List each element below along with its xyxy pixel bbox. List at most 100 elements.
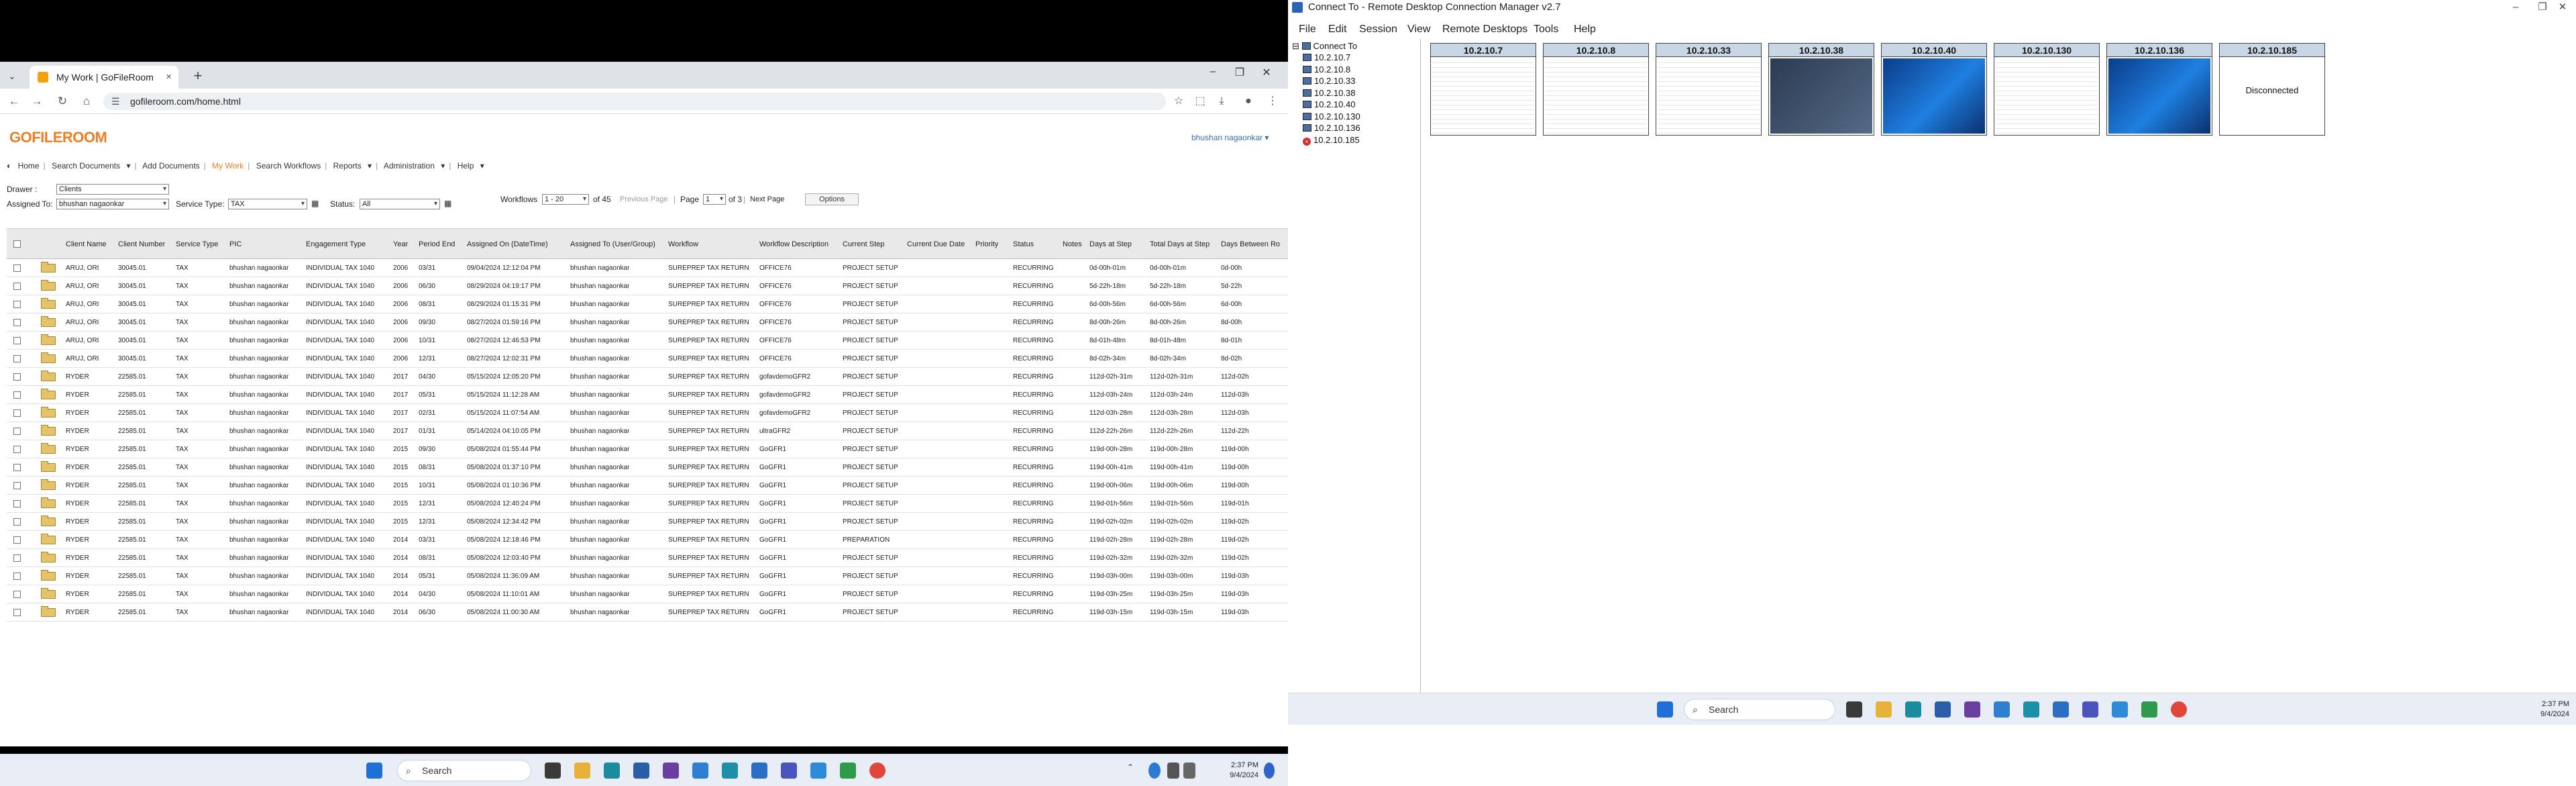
table-row[interactable]: RYDER 22585.01 TAX bhushan nagaonkar INDIVID… [7, 458, 1288, 477]
back-icon[interactable]: ← [5, 93, 23, 110]
right-clock[interactable]: 2:37 PM 9/4/2024 [2509, 699, 2569, 720]
browser-menu-icon[interactable]: ⋮ [1264, 93, 1281, 110]
table-row[interactable]: RYDER 22585.01 TAX bhushan nagaonkar INDIVID… [7, 531, 1288, 549]
table-row[interactable]: RYDER 22585.01 TAX bhushan nagaonkar INDIVID… [7, 549, 1288, 567]
rdcm-icon[interactable] [810, 763, 826, 779]
table-row[interactable]: RYDER 22585.01 TAX bhushan nagaonkar INDIVID… [7, 386, 1288, 404]
row-checkbox[interactable] [13, 500, 21, 507]
right-app-icon-2[interactable] [1964, 701, 1980, 718]
row-checkbox[interactable] [13, 391, 21, 399]
row-checkbox[interactable] [13, 319, 21, 326]
close-window-icon[interactable]: ✕ [1253, 66, 1280, 79]
assigned-to-select[interactable]: bhushan nagaonkar [56, 199, 169, 209]
table-row[interactable]: RYDER 22585.01 TAX bhushan nagaonkar INDIVID… [7, 603, 1288, 622]
column-header-workflow-description[interactable]: Workflow Description [759, 229, 828, 260]
app-icon-4[interactable] [722, 763, 738, 779]
session-thumbnail[interactable]: 10.2.10.38 [1768, 43, 1874, 136]
next-page-link[interactable]: Next Page [750, 195, 784, 203]
previous-page-link[interactable]: Previous Page [620, 195, 668, 203]
row-checkbox[interactable] [13, 482, 21, 489]
folder-icon[interactable] [41, 479, 56, 490]
status-grid-icon[interactable]: ▦ [444, 199, 451, 208]
right-rdcm-icon[interactable] [2112, 701, 2128, 718]
file-explorer-icon[interactable] [574, 763, 590, 779]
menu-reports[interactable]: Reports ▾ [333, 161, 372, 170]
row-checkbox[interactable] [13, 428, 21, 435]
drawer-select[interactable]: Clients [56, 184, 169, 195]
table-row[interactable]: RYDER 22585.01 TAX bhushan nagaonkar INDIVID… [7, 513, 1288, 531]
home-icon[interactable]: ⌂ [78, 93, 95, 110]
right-edge-icon[interactable] [1905, 701, 1921, 718]
right-taskbar-search[interactable]: ⌕ Search [1684, 699, 1835, 720]
column-header-days-between-routes[interactable]: Days Between Ro [1221, 229, 1280, 260]
column-header-priority[interactable]: Priority [975, 229, 998, 260]
session-thumbnail[interactable]: 10.2.10.136 [2106, 43, 2212, 136]
row-checkbox[interactable] [13, 337, 21, 344]
right-app-icon-1[interactable] [1935, 701, 1951, 718]
row-checkbox[interactable] [13, 283, 21, 290]
onedrive-icon[interactable] [1148, 763, 1161, 779]
table-row[interactable]: RYDER 22585.01 TAX bhushan nagaonkar INDIVID… [7, 404, 1288, 422]
rdcm-menu-edit[interactable]: Edit [1328, 20, 1347, 39]
table-row[interactable]: ARUJ, ORI 30045.01 TAX bhushan nagaonkar IND… [7, 259, 1288, 277]
session-thumbnail[interactable]: 10.2.10.7 [1430, 43, 1536, 136]
table-row[interactable]: RYDER 22585.01 TAX bhushan nagaonkar INDIVID… [7, 422, 1288, 440]
row-checkbox[interactable] [13, 573, 21, 580]
session-thumbnail[interactable]: 10.2.10.130 [1994, 43, 2100, 136]
folder-icon[interactable] [41, 425, 56, 436]
tree-server-item[interactable]: 10.2.10.7 [1303, 52, 1350, 63]
column-header-current-step[interactable]: Current Step [843, 229, 884, 260]
folder-icon[interactable] [41, 407, 56, 417]
folder-icon[interactable] [41, 352, 56, 363]
rdcm-minimize-icon[interactable]: – [2502, 0, 2529, 15]
session-thumbnail[interactable]: 10.2.10.33 [1656, 43, 1762, 136]
page-number-input[interactable]: 1 [703, 194, 726, 205]
row-checkbox[interactable] [13, 464, 21, 471]
menu-search-workflows[interactable]: Search Workflows [256, 161, 321, 170]
column-header-current-due-date[interactable]: Current Due Date [907, 229, 965, 260]
table-row[interactable]: RYDER 22585.01 TAX bhushan nagaonkar INDIVID… [7, 567, 1288, 585]
column-header-notes[interactable]: Notes [1063, 229, 1082, 260]
folder-icon[interactable] [41, 262, 56, 273]
row-checkbox[interactable] [13, 609, 21, 616]
tree-server-item[interactable]: 10.2.10.33 [1303, 75, 1355, 87]
session-thumbnail[interactable]: 10.2.10.185 Disconnected [2219, 43, 2325, 136]
column-header-pic[interactable]: PIC [229, 229, 241, 260]
taskbar-search-box[interactable]: ⌕ Search [397, 760, 531, 781]
show-hidden-icons[interactable]: ⌃ [1127, 763, 1136, 779]
table-row[interactable]: ARUJ, ORI 30045.01 TAX bhushan nagaonkar IND… [7, 332, 1288, 350]
rdcm-start-icon[interactable] [1657, 701, 1673, 718]
rdcm-menu-remote-desktops[interactable]: Remote Desktops [1442, 20, 1527, 39]
download-icon[interactable]: ⤓ [1213, 93, 1230, 110]
table-row[interactable]: RYDER 22585.01 TAX bhushan nagaonkar INDIVID… [7, 368, 1288, 386]
row-checkbox[interactable] [13, 355, 21, 362]
extensions-icon[interactable]: ⬚ [1191, 93, 1209, 110]
workflows-range-select[interactable]: 1 - 20 [542, 194, 589, 205]
table-row[interactable]: ARUJ, ORI 30045.01 TAX bhushan nagaonkar IND… [7, 277, 1288, 295]
table-row[interactable]: RYDER 22585.01 TAX bhushan nagaonkar INDIVID… [7, 477, 1288, 495]
service-type-select[interactable]: TAX [228, 199, 307, 209]
column-header-assigned-on[interactable]: Assigned On (DateTime) [467, 229, 548, 260]
folder-icon[interactable] [41, 334, 56, 345]
menu-my-work[interactable]: My Work [212, 161, 244, 170]
notification-icon[interactable] [1264, 763, 1275, 779]
windows-start-icon[interactable] [366, 763, 382, 779]
right-explorer-icon[interactable] [1876, 701, 1892, 718]
folder-icon[interactable] [41, 316, 56, 327]
rdcm-close-icon[interactable]: ✕ [2549, 0, 2576, 15]
teams-icon[interactable] [781, 763, 797, 779]
tree-server-item[interactable]: 10.2.10.40 [1303, 99, 1355, 110]
menu-administration[interactable]: Administration ▾ [384, 161, 445, 170]
table-row[interactable]: RYDER 22585.01 TAX bhushan nagaonkar INDIVID… [7, 585, 1288, 603]
tree-root[interactable]: ⊟ Connect To [1292, 40, 1357, 52]
status-select[interactable]: All [360, 199, 440, 209]
right-app-icon-5[interactable] [2141, 701, 2157, 718]
minimize-icon[interactable]: – [1199, 66, 1226, 78]
reload-icon[interactable]: ↻ [54, 93, 71, 110]
app-icon-3[interactable] [692, 763, 708, 779]
edge-icon[interactable] [604, 763, 620, 779]
app-icon-1[interactable] [633, 763, 649, 779]
folder-icon[interactable] [41, 515, 56, 526]
right-task-view-icon[interactable] [1846, 701, 1862, 718]
user-menu[interactable]: bhushan nagaonkar ▾ [1191, 133, 1269, 142]
